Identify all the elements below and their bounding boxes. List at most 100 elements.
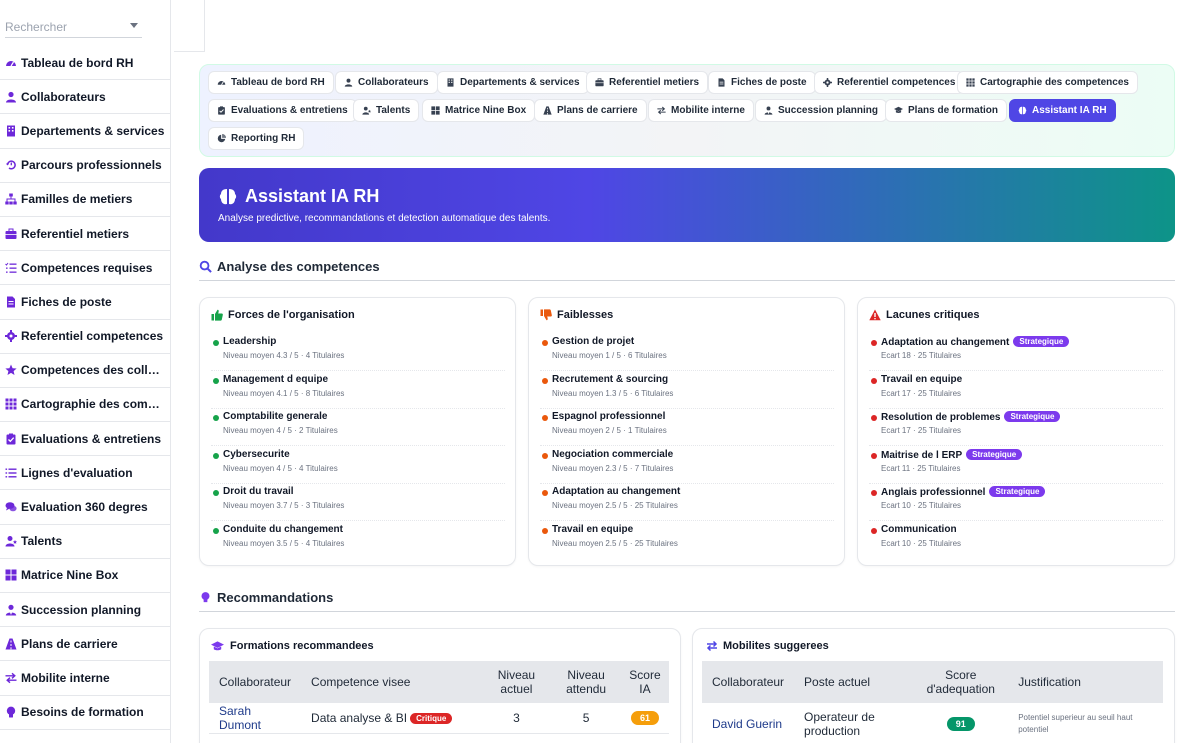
- collaborator-name[interactable]: Sarah Dumont: [209, 703, 302, 734]
- tab-talents[interactable]: Talents: [353, 99, 420, 122]
- sidebar-item-referentiel-metiers[interactable]: Referentiel metiers: [0, 217, 170, 252]
- sidebar-item-plans-de-carriere[interactable]: Plans de carriere: [0, 627, 170, 662]
- tab-referentiel-competences[interactable]: Referentiel competences: [814, 71, 965, 94]
- tab-plans-de-formation[interactable]: Plans de formation: [885, 99, 1008, 122]
- tab-cartographie-des-competences[interactable]: Cartographie des competences: [957, 71, 1138, 94]
- brain-icon: [1018, 106, 1027, 115]
- tab-assistant-ia-rh[interactable]: Assistant IA RH: [1009, 99, 1116, 122]
- tab-matrice-nine-box[interactable]: Matrice Nine Box: [422, 99, 536, 122]
- strengths-card: Forces de l'organisation Leadership Nivea…: [199, 297, 516, 566]
- sidebar-item-matrice-nine-box[interactable]: Matrice Nine Box: [0, 559, 170, 593]
- skill-detail: Ecart 11 · 25 Titulaires: [881, 463, 961, 473]
- skill-name-line: Droit du travail: [223, 486, 294, 497]
- exchange-icon: [5, 672, 17, 684]
- tab-label: Departements & services: [460, 77, 580, 88]
- skill-detail: Niveau moyen 2.5 / 5 · 25 Titulaires: [552, 538, 678, 548]
- sidebar-item-label: Plans de carriere: [21, 636, 118, 651]
- skill-name-line: Gestion de projet: [552, 336, 634, 347]
- search-input[interactable]: [5, 15, 125, 34]
- sidebar-item-familles-de-metiers[interactable]: Familles de metiers: [0, 183, 170, 217]
- search-select[interactable]: [5, 15, 142, 38]
- skill-detail: Niveau moyen 3.5 / 5 · 4 Titulaires: [223, 538, 345, 548]
- list-item: Management d equipe Niveau moyen 4.1 / 5 …: [211, 372, 505, 409]
- skill-name: Recrutement & sourcing: [552, 373, 669, 385]
- sidebar-item-label: Competences des collaborateurs: [21, 363, 166, 378]
- thumbs-up-icon: [211, 309, 223, 321]
- skill-detail: Niveau moyen 4 / 5 · 4 Titulaires: [223, 463, 338, 473]
- page-title: Assistant IA RH: [245, 186, 380, 206]
- sidebar-item-fiches-de-poste[interactable]: Fiches de poste: [0, 285, 170, 320]
- list-item: Recrutement & sourcing Niveau moyen 1.3 /…: [540, 372, 834, 409]
- tab-plans-de-carriere[interactable]: Plans de carriere: [534, 99, 647, 122]
- gauge-icon: [5, 57, 17, 69]
- table-header-row: Collaborateur Poste actuel Score d'adequ…: [702, 661, 1163, 703]
- sidebar-item-label: Referentiel competences: [21, 329, 164, 344]
- trainings-title: Formations recommandees: [230, 640, 374, 652]
- table-header-row: Collaborateur Competence visee Niveau ac…: [209, 661, 669, 703]
- status-dot: [213, 452, 219, 459]
- tab-succession-planning[interactable]: Succession planning: [755, 99, 888, 122]
- graduation-cap-icon: [894, 106, 903, 115]
- tab-evaluations-entretiens[interactable]: Evaluations & entretiens: [208, 99, 357, 122]
- route-icon: [5, 638, 17, 650]
- sidebar-item-departements-services[interactable]: Departements & services: [0, 114, 170, 149]
- list-item: Comptabilite generale Niveau moyen 4 / 5 …: [211, 409, 505, 446]
- user-star-icon: [362, 106, 371, 115]
- tab-mobilite-interne[interactable]: Mobilite interne: [648, 99, 754, 122]
- skill-name-line: Management d equipe: [223, 374, 328, 385]
- skill-detail: Ecart 10 · 25 Titulaires: [881, 538, 962, 548]
- sidebar-item-competences-requises[interactable]: Competences requises: [0, 251, 170, 286]
- recommendations-heading: Recommandations: [199, 590, 1175, 612]
- gaps-card: Lacunes critiques Adaptation au changeme…: [857, 297, 1175, 566]
- collaborator-name[interactable]: David Guerin: [702, 703, 795, 743]
- sidebar-item-evaluation-360-degres[interactable]: Evaluation 360 degres: [0, 490, 170, 525]
- tab-departements-services[interactable]: Departements & services: [437, 71, 589, 94]
- trainings-table: Collaborateur Competence visee Niveau ac…: [209, 661, 669, 734]
- sidebar-item-label: Talents: [21, 534, 63, 549]
- table-grid-icon: [431, 106, 440, 115]
- sidebar-item-besoins-de-formation[interactable]: Besoins de formation: [0, 696, 170, 730]
- table-row[interactable]: David Guerin Operateur de production 91 …: [702, 703, 1163, 743]
- tab-collaborateurs[interactable]: Collaborateurs: [335, 71, 438, 94]
- tab-fiches-de-poste[interactable]: Fiches de poste: [708, 71, 816, 94]
- tab-reporting-rh[interactable]: Reporting RH: [208, 127, 305, 150]
- search-icon: [199, 260, 212, 273]
- sidebar-item-label: Tableau de bord RH: [21, 55, 134, 70]
- skill-name-line: Espagnol professionnel: [552, 411, 665, 422]
- sidebar-item-talents[interactable]: Talents: [0, 525, 170, 559]
- mobility-card: Mobilites suggerees Collaborateur Poste …: [692, 628, 1175, 743]
- sidebar-item-evaluations-entretiens[interactable]: Evaluations & entretiens: [0, 422, 170, 457]
- table-row[interactable]: Sarah Dumont Data analyse & BI Critique 3…: [209, 703, 669, 734]
- skill-detail: Niveau moyen 1.3 / 5 · 6 Titulaires: [552, 388, 674, 398]
- tab-referentiel-metiers[interactable]: Referentiel metiers: [586, 71, 709, 94]
- skill-detail: Niveau moyen 4.1 / 5 · 8 Titulaires: [223, 388, 345, 398]
- sidebar-item-collaborateurs[interactable]: Collaborateurs: [0, 80, 170, 115]
- table-grid-icon: [5, 569, 17, 581]
- skill-detail: Ecart 17 · 25 Titulaires: [881, 426, 962, 435]
- sidebar-item-tableau-de-bord-rh[interactable]: Tableau de bord RH: [0, 46, 170, 81]
- analysis-title: Analyse des competences: [217, 259, 380, 274]
- sidebar-item-lignes-d-evaluation[interactable]: Lignes d'evaluation: [0, 456, 170, 491]
- sidebar-item-competences-des-collaborateurs[interactable]: Competences des collaborateurs: [0, 354, 170, 388]
- skill-name: Travail en equipe: [881, 373, 963, 385]
- sidebar-item-cartographie-des-competences[interactable]: Cartographie des competences: [0, 388, 170, 423]
- list-item: Travail en equipe Ecart 17 · 25 Titulaire…: [869, 372, 1163, 409]
- chevron-down-icon[interactable]: [130, 23, 138, 28]
- top-panel: [174, 0, 205, 52]
- adequacy-score-cell: 91: [913, 703, 1009, 743]
- sidebar-item-referentiel-competences[interactable]: Referentiel competences: [0, 320, 170, 354]
- status-dot: [542, 340, 548, 346]
- tab-tableau-de-bord-rh[interactable]: Tableau de bord RH: [208, 71, 334, 94]
- sidebar-item-parcours-professionnels[interactable]: Parcours professionnels: [0, 149, 170, 183]
- column-header: Score IA: [620, 661, 669, 703]
- tab-label: Collaborateurs: [358, 77, 429, 88]
- file-icon: [5, 296, 17, 308]
- current-level: 3: [481, 703, 552, 734]
- strategic-badge: Strategique: [989, 486, 1046, 497]
- status-dot: [871, 452, 877, 459]
- sidebar-item-succession-planning[interactable]: Succession planning: [0, 593, 170, 628]
- sidebar-item-label: Parcours professionnels: [21, 158, 162, 173]
- lightbulb-icon: [201, 592, 210, 603]
- sidebar-item-mobilite-interne[interactable]: Mobilite interne: [0, 661, 170, 696]
- analysis-heading: Analyse des competences: [199, 259, 1175, 281]
